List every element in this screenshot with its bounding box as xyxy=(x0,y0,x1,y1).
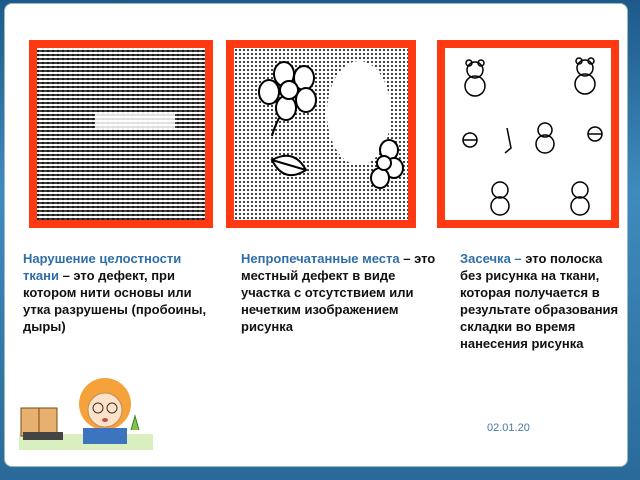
tear-line xyxy=(95,114,175,128)
panel-fabric-damage xyxy=(29,40,213,228)
book-icon xyxy=(20,407,63,440)
caption-streak: Засечка – это полоска без рисунка на тка… xyxy=(460,250,620,352)
slide-date: 02.01.20 xyxy=(487,422,530,434)
teddy-bear-icon-2 xyxy=(574,57,596,95)
flower-icon xyxy=(258,61,317,137)
teddy-bear-icon xyxy=(464,59,486,97)
teddy-bear-icon-3 xyxy=(535,122,555,154)
caption-title: Непропечатанные места xyxy=(241,251,400,266)
girl-reading-icon xyxy=(19,378,153,450)
bottle-icon xyxy=(504,127,512,154)
panel-streak xyxy=(437,40,619,228)
caption-body: это полоска без рисунка на ткани, котора… xyxy=(460,251,619,351)
caption-fabric-damage: Нарушение целостности ткани – это дефект… xyxy=(23,250,218,335)
weave-fabric-icon xyxy=(37,48,205,220)
ball-icon xyxy=(462,126,603,148)
panel-unprinted xyxy=(226,40,416,228)
leaf-icon xyxy=(270,154,308,177)
slide: Нарушение целостности ткани – это дефект… xyxy=(4,3,628,467)
teddy-bear-icon-4 xyxy=(490,181,510,216)
teddy-bear-icon-5 xyxy=(570,181,590,216)
print-pattern xyxy=(258,61,404,189)
bear-pattern xyxy=(462,57,603,216)
caption-title: Засечка – xyxy=(460,251,522,266)
caption-unprinted: Непропечатанные места – это местный дефе… xyxy=(241,250,436,335)
